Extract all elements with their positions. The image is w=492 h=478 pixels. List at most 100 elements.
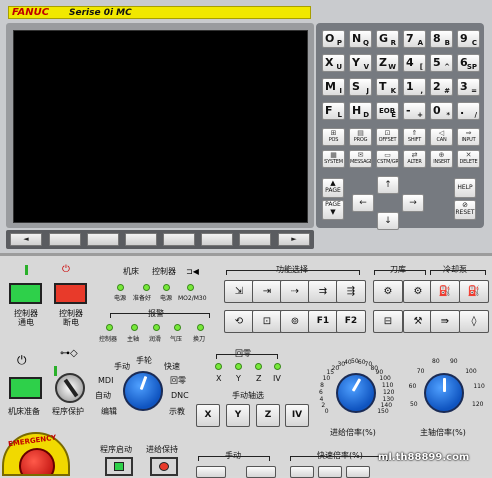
- help-key[interactable]: HELP: [454, 178, 476, 198]
- key-7[interactable]: 7A: [403, 30, 426, 48]
- controller-power-on-button[interactable]: [9, 283, 42, 304]
- cycle-start-button[interactable]: [105, 457, 133, 476]
- fkey-offset[interactable]: ⊡ OFFSET: [376, 128, 399, 146]
- fkey-cstm-gr[interactable]: ▭ CSTM/GR: [376, 150, 399, 168]
- program-protect-keyswitch[interactable]: [55, 373, 85, 403]
- page-down-key[interactable]: PAGE ▼: [322, 200, 344, 220]
- f2-button[interactable]: F2: [336, 310, 366, 333]
- key-4[interactable]: 4[: [403, 54, 426, 72]
- key-s[interactable]: SJ: [349, 78, 372, 96]
- single-block-button[interactable]: ⇲: [224, 280, 254, 303]
- key-o[interactable]: OP: [322, 30, 345, 48]
- key-eob[interactable]: EOB E: [376, 102, 399, 120]
- key-h[interactable]: HD: [349, 102, 372, 120]
- key-6[interactable]: 6 SP: [457, 54, 480, 72]
- soft-key-2[interactable]: [87, 233, 119, 246]
- soft-key-4[interactable]: [163, 233, 195, 246]
- key-5[interactable]: 5 ^: [430, 54, 453, 72]
- skip-block-button[interactable]: ⇥: [252, 280, 282, 303]
- machine-lock-button[interactable]: ⇶: [336, 280, 366, 303]
- key-main-label: 2: [433, 80, 441, 93]
- key-main-label: 4: [406, 56, 414, 69]
- coolant-on-button[interactable]: ⛽: [430, 280, 460, 303]
- cursor-right-key[interactable]: →: [402, 194, 424, 212]
- key-3[interactable]: 3 =: [457, 78, 480, 96]
- fkey-can[interactable]: ◁ CAN: [430, 128, 453, 146]
- key-f[interactable]: FL: [322, 102, 345, 120]
- fkey-alter[interactable]: ⇄ ALTER: [403, 150, 426, 168]
- fkey-delete[interactable]: ✕ DELETE: [457, 150, 480, 168]
- soft-key-next[interactable]: ►: [278, 233, 310, 246]
- aux-lock-button[interactable]: ⊡: [252, 310, 282, 333]
- coolant-off-button[interactable]: ⛽: [459, 280, 489, 303]
- soft-key-prev[interactable]: ◄: [10, 233, 42, 246]
- fkey-input[interactable]: ⇒ INPUT: [457, 128, 480, 146]
- mode-label: MDI: [98, 376, 114, 385]
- dry-run-button[interactable]: ⇢: [280, 280, 310, 303]
- manual-plus-button[interactable]: [246, 466, 276, 478]
- soft-key-3[interactable]: [125, 233, 157, 246]
- key-shift-label: /: [474, 111, 477, 119]
- key-2[interactable]: 2 #: [430, 78, 453, 96]
- rapid-50-button[interactable]: [346, 466, 370, 478]
- alarm-led: [197, 324, 204, 331]
- feed-override-knob[interactable]: [336, 373, 376, 413]
- soft-key-1[interactable]: [49, 233, 81, 246]
- tool-release-button[interactable]: ⊟: [373, 310, 403, 333]
- fkey-shift[interactable]: ⇑ SHIFT: [403, 128, 426, 146]
- soft-key-5[interactable]: [201, 233, 233, 246]
- key-y[interactable]: YV: [349, 54, 372, 72]
- tool-ccw-button[interactable]: ⚙: [403, 280, 433, 303]
- key-m[interactable]: MI: [322, 78, 345, 96]
- key-t[interactable]: TK: [376, 78, 399, 96]
- fkey-system[interactable]: ▦ SYSTEM: [322, 150, 345, 168]
- key-x[interactable]: XU: [322, 54, 345, 72]
- lamp-button[interactable]: ◊: [459, 310, 489, 333]
- key-9[interactable]: 9C: [457, 30, 480, 48]
- page-up-key[interactable]: ▲ PAGE: [322, 178, 344, 198]
- soft-key-6[interactable]: [239, 233, 271, 246]
- reset-key[interactable]: ⊘ RESET: [454, 200, 476, 220]
- key-main-label: X: [325, 56, 334, 69]
- alarm-led: [131, 324, 138, 331]
- key-g[interactable]: GR: [376, 30, 399, 48]
- optional-stop-button[interactable]: ⇉: [308, 280, 338, 303]
- key-dot[interactable]: . /: [457, 102, 480, 120]
- jog-y-button[interactable]: Y: [226, 404, 250, 427]
- z-lock-button[interactable]: ⊚: [280, 310, 310, 333]
- machine-ready-button[interactable]: [9, 377, 42, 399]
- manual-minus-button[interactable]: [196, 466, 226, 478]
- key-n[interactable]: NQ: [349, 30, 372, 48]
- key-1[interactable]: 1,: [403, 78, 426, 96]
- key-8[interactable]: 8B: [430, 30, 453, 48]
- fkey-prog[interactable]: ▤ PROG: [349, 128, 372, 146]
- key-main-label: 1: [406, 80, 414, 93]
- cursor-left-key[interactable]: ←: [352, 194, 374, 212]
- fkey-message[interactable]: ✉ MESSAGE: [349, 150, 372, 168]
- mode-selector-knob[interactable]: [123, 371, 163, 411]
- jog-z-button[interactable]: Z: [256, 404, 280, 427]
- key-shift-label: B: [444, 39, 450, 47]
- cursor-down-key[interactable]: ↓: [377, 212, 399, 230]
- jog-iv-button[interactable]: IV: [285, 404, 309, 427]
- program-restart-button[interactable]: ⟲: [224, 310, 254, 333]
- fkey-label: PROG: [353, 137, 368, 143]
- key-0[interactable]: 0 *: [430, 102, 453, 120]
- key-minus[interactable]: - +: [403, 102, 426, 120]
- tool-cw-button[interactable]: ⚙: [373, 280, 403, 303]
- jog-x-button[interactable]: X: [196, 404, 220, 427]
- key-z[interactable]: ZW: [376, 54, 399, 72]
- fkey-insert[interactable]: ⊕ INSERT: [430, 150, 453, 168]
- fkey-pos[interactable]: ⊞ POS: [322, 128, 345, 146]
- cursor-up-key[interactable]: ↑: [377, 176, 399, 194]
- f1-button[interactable]: F1: [308, 310, 338, 333]
- air-blow-button[interactable]: ⇛: [430, 310, 460, 333]
- rapid-f0-button[interactable]: [290, 466, 314, 478]
- feed-hold-button[interactable]: [150, 457, 178, 476]
- fkey-label: SHIFT: [407, 137, 422, 143]
- tool-clamp-button[interactable]: ⚒: [403, 310, 433, 333]
- rapid-25-button[interactable]: [318, 466, 342, 478]
- program-protect-label: 程序保护: [52, 407, 84, 416]
- spindle-override-knob[interactable]: [424, 373, 464, 413]
- controller-power-off-button[interactable]: [54, 283, 87, 304]
